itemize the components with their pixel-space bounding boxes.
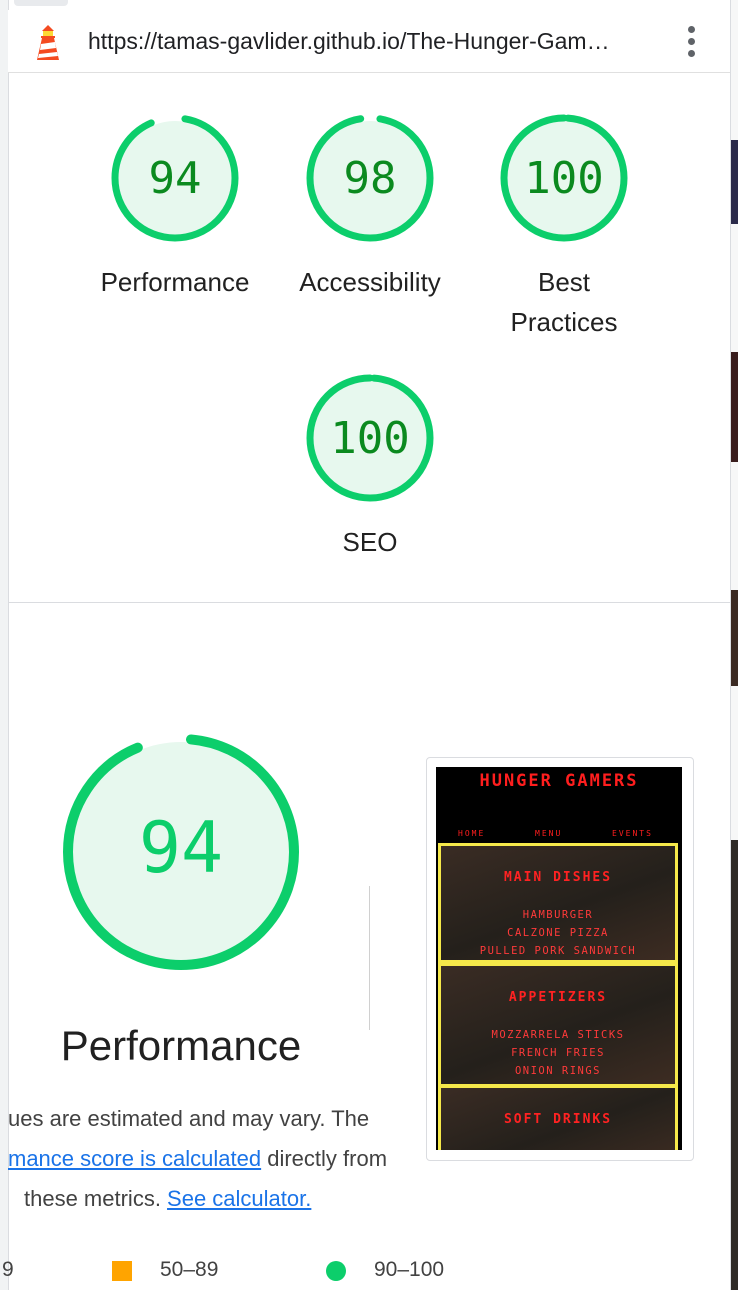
more-vert-icon[interactable] (682, 24, 702, 60)
lighthouse-icon (37, 25, 59, 60)
url-text[interactable]: https://tamas-gavlider.github.io/The-Hun… (88, 28, 658, 55)
legend-pass-label: 90–100 (374, 1258, 445, 1281)
site-nav-events: EVENTS (612, 829, 653, 838)
seo-gauge[interactable]: 100 (305, 373, 435, 503)
menu-section-soft-drinks: SOFT DRINKS (438, 1085, 678, 1150)
menu-item: ONION RINGS (514, 1065, 602, 1077)
menu-section-appetizers: APPETIZERS MOZZARRELA STICKS FRENCH FRIE… (438, 963, 678, 1087)
see-calculator-link[interactable]: See calculator. (167, 1186, 311, 1211)
section-heading: APPETIZERS (508, 990, 608, 1005)
performance-big-gauge: 94 (61, 732, 301, 972)
site-nav-home: HOME (458, 829, 486, 838)
seo-label: SEO (342, 527, 398, 557)
menu-item: HAMBURGER (522, 909, 594, 921)
tab-stub (14, 0, 68, 6)
accessibility-score: 98 (343, 153, 397, 204)
accessibility-label: Accessibility (299, 267, 441, 297)
best-practices-score: 100 (524, 153, 604, 204)
site-nav-menu: MENU (535, 829, 563, 838)
perf-description-line3-text: these metrics. (24, 1186, 168, 1211)
section-divider (8, 602, 730, 603)
legend-average-label: 50–89 (160, 1258, 219, 1281)
perf-description-line1: ues are estimated and may vary. The (8, 1106, 370, 1131)
performance-gauge[interactable]: 94 (110, 113, 240, 243)
performance-title: Performance (60, 1022, 302, 1069)
pass-circle-icon (326, 1261, 346, 1281)
performance-label: Performance (100, 267, 250, 297)
accessibility-gauge[interactable]: 98 (305, 113, 435, 243)
menu-item: FRENCH FRIES (511, 1047, 605, 1059)
menu-item: MOZZARRELA STICKS (491, 1029, 625, 1041)
section-heading: MAIN DISHES (503, 870, 613, 885)
score-calculated-link[interactable]: mance score is calculated (8, 1146, 261, 1171)
legend-fail-label: 9 (2, 1258, 14, 1281)
perf-description-line2: mance score is calculated directly from (8, 1146, 387, 1172)
perf-description-line2-rest: directly from (261, 1146, 388, 1171)
site-title: HUNGER GAMERS (479, 771, 639, 791)
menu-item: PULLED PORK SANDWICH (479, 945, 637, 957)
best-practices-gauge[interactable]: 100 (499, 113, 629, 243)
seo-score: 100 (330, 413, 410, 464)
section-heading: SOFT DRINKS (503, 1112, 613, 1127)
final-screenshot: HUNGER GAMERS HOME MENU EVENTS MAIN DISH… (436, 767, 682, 1150)
menu-item: CALZONE PIZZA (507, 927, 609, 939)
best-practices-label: Best Practices (510, 267, 618, 337)
performance-big-score: 94 (138, 807, 224, 889)
performance-score: 94 (148, 153, 202, 204)
average-square-icon (112, 1261, 132, 1281)
menu-section-main-dishes: MAIN DISHES HAMBURGER CALZONE PIZZA PULL… (438, 843, 678, 963)
url-bar: https://tamas-gavlider.github.io/The-Hun… (8, 10, 730, 73)
left-edge (0, 0, 9, 1290)
background-page-strip (730, 0, 738, 1290)
site-header: HUNGER GAMERS HOME MENU EVENTS (436, 767, 682, 843)
vertical-separator (369, 886, 370, 1030)
perf-description-line3: these metrics. See calculator. (24, 1186, 311, 1212)
